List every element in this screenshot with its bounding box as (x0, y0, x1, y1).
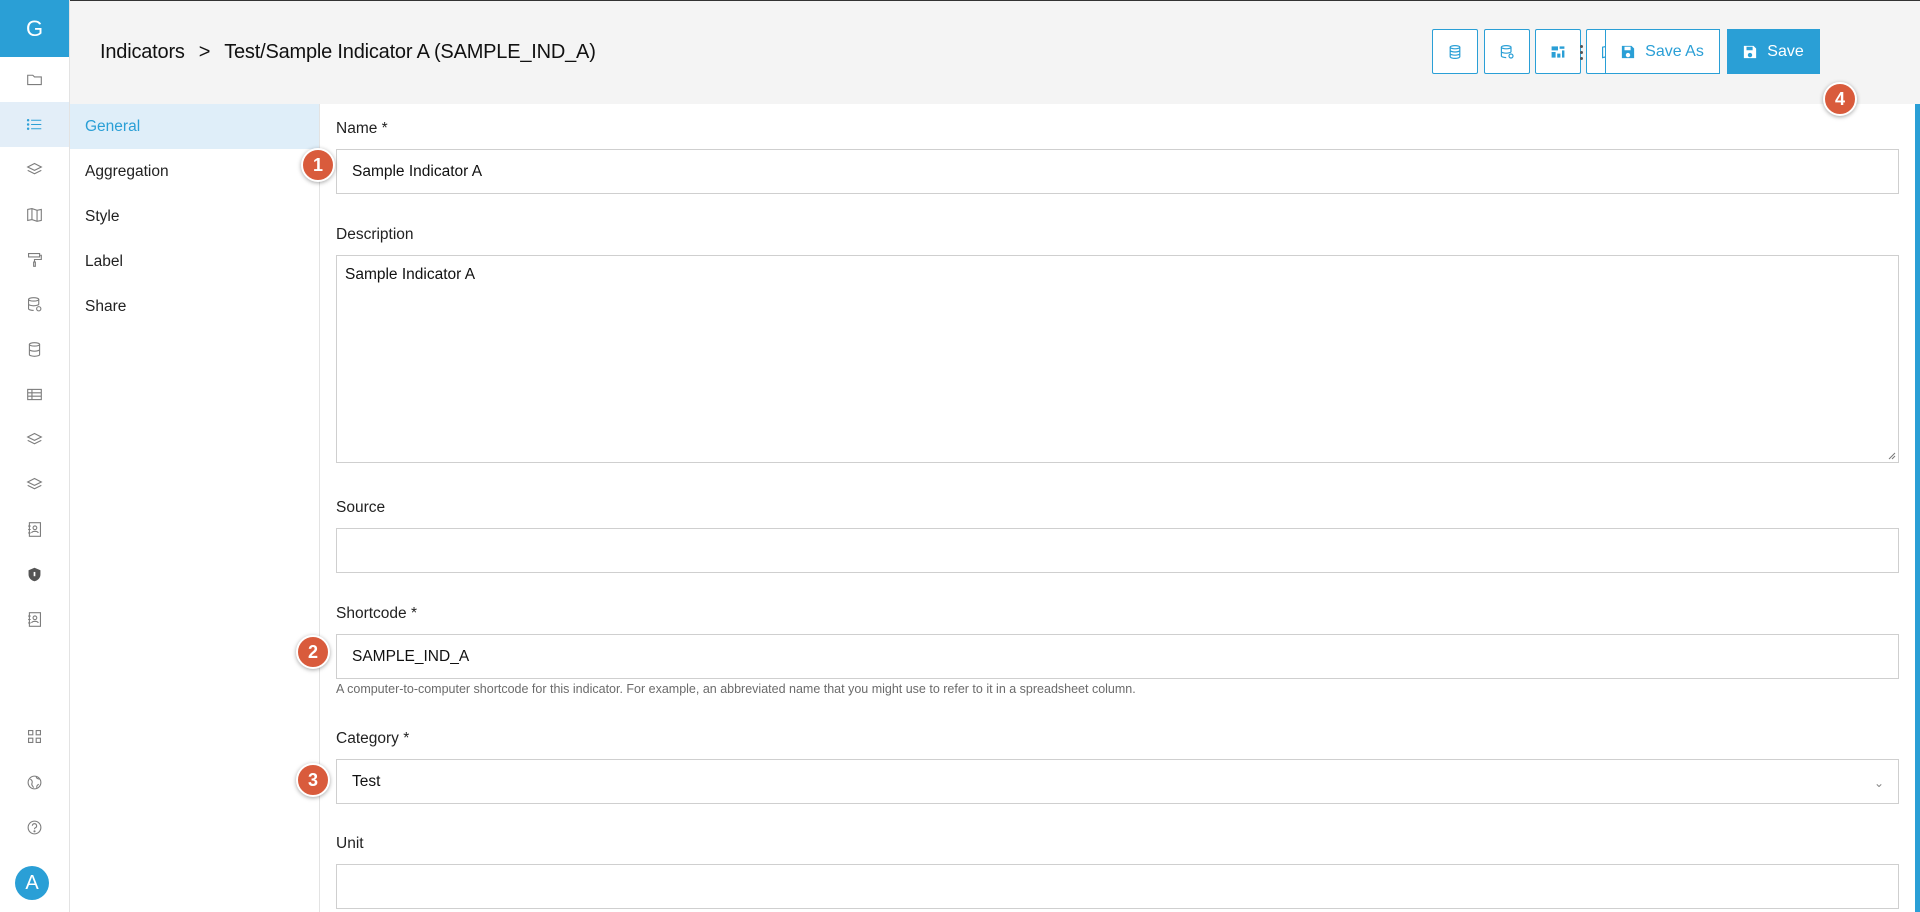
more-options-icon[interactable] (1574, 38, 1588, 66)
general-form: Name * Sample Indicator A Description Sa… (320, 104, 1920, 912)
step-badge: 4 (1823, 82, 1857, 116)
app-logo[interactable]: G (0, 0, 69, 57)
layers-icon[interactable] (0, 147, 69, 192)
chevron-down-icon: ⌄ (1873, 776, 1884, 790)
grid-icon[interactable] (0, 714, 69, 759)
contact-book-icon[interactable] (0, 507, 69, 552)
source-label: Source (336, 499, 386, 516)
description-label: Description (336, 226, 414, 243)
unit-input[interactable] (336, 864, 1899, 909)
description-text: Sample Indicator A (345, 266, 476, 283)
section-nav: General Aggregation Style Label Share (70, 104, 320, 912)
step-badge: 2 (296, 635, 330, 669)
map-icon[interactable] (0, 192, 69, 237)
section-nav-label[interactable]: Label (70, 239, 319, 284)
database-settings-icon (1500, 44, 1514, 59)
breadcrumb-separator: > (198, 41, 211, 63)
section-nav-aggregation[interactable]: Aggregation (70, 149, 319, 194)
step-badge: 3 (296, 763, 330, 797)
floppy-disk-icon (1744, 45, 1757, 58)
database-icon (1449, 44, 1461, 59)
help-icon[interactable] (0, 805, 69, 850)
save-button[interactable]: Save (1727, 29, 1820, 74)
resize-handle-icon[interactable] (1886, 450, 1896, 460)
source-input[interactable] (336, 528, 1899, 573)
icon-rail: G A (0, 0, 70, 912)
category-select[interactable]: Test ⌄ (336, 759, 1899, 804)
section-nav-share[interactable]: Share (70, 284, 319, 329)
contact-book-icon[interactable] (0, 597, 69, 642)
shortcode-input[interactable]: SAMPLE_IND_A (336, 634, 1899, 679)
layers-icon[interactable] (0, 417, 69, 462)
globe-icon[interactable] (0, 760, 69, 805)
folder-icon[interactable] (0, 57, 69, 102)
section-nav-style[interactable]: Style (70, 194, 319, 239)
list-icon[interactable] (0, 102, 69, 147)
floppy-disk-icon (1622, 45, 1635, 58)
database-icon[interactable] (0, 327, 69, 372)
step-badge: 1 (301, 148, 335, 182)
shortcode-help-text: A computer-to-computer shortcode for thi… (336, 682, 1136, 696)
save-as-button[interactable]: Save As (1605, 29, 1720, 74)
unit-label: Unit (336, 835, 364, 852)
database-icon-button[interactable] (1432, 29, 1478, 74)
category-selected-value: Test (352, 772, 381, 790)
name-input[interactable]: Sample Indicator A (336, 149, 1899, 194)
shield-icon[interactable] (0, 552, 69, 597)
layers-icon[interactable] (0, 462, 69, 507)
avatar[interactable]: A (15, 866, 49, 900)
database-settings-button[interactable] (1484, 29, 1530, 74)
category-label: Category * (336, 730, 410, 747)
description-textarea[interactable]: Sample Indicator A (336, 255, 1899, 463)
breadcrumb: Indicators > Test/Sample Indicator A (SA… (100, 41, 596, 64)
database-settings-icon[interactable] (0, 282, 69, 327)
section-nav-general[interactable]: General (70, 104, 319, 149)
page-title: Test/Sample Indicator A (SAMPLE_IND_A) (224, 41, 596, 63)
shortcode-label: Shortcode * (336, 605, 417, 622)
paint-roller-icon[interactable] (0, 237, 69, 282)
scrollbar[interactable] (1915, 104, 1920, 912)
chart-icon (1551, 45, 1565, 58)
table-icon[interactable] (0, 372, 69, 417)
breadcrumb-section-link[interactable]: Indicators (100, 41, 185, 64)
name-label: Name * (336, 120, 388, 137)
